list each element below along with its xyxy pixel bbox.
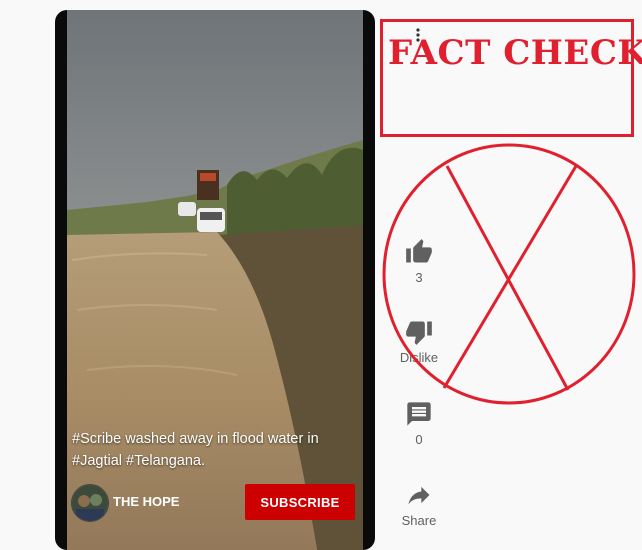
- video-player[interactable]: #Scribe washed away in flood water in #J…: [55, 10, 375, 550]
- channel-avatar[interactable]: [71, 484, 109, 522]
- share-button[interactable]: Share: [388, 481, 450, 528]
- crossed-circle-mark: [382, 143, 636, 405]
- channel-name[interactable]: THE HOPE: [113, 494, 179, 509]
- subscribe-button[interactable]: SUBSCRIBE: [245, 484, 355, 520]
- channel-row: THE HOPE SUBSCRIBE: [71, 484, 361, 522]
- share-label: Share: [401, 513, 437, 528]
- avatar-image: [72, 485, 108, 521]
- video-caption: #Scribe washed away in flood water in #J…: [72, 431, 319, 469]
- comment-count: 0: [415, 432, 423, 447]
- share-icon: [408, 486, 430, 505]
- fact-check-label: FACT CHECK: [388, 33, 642, 73]
